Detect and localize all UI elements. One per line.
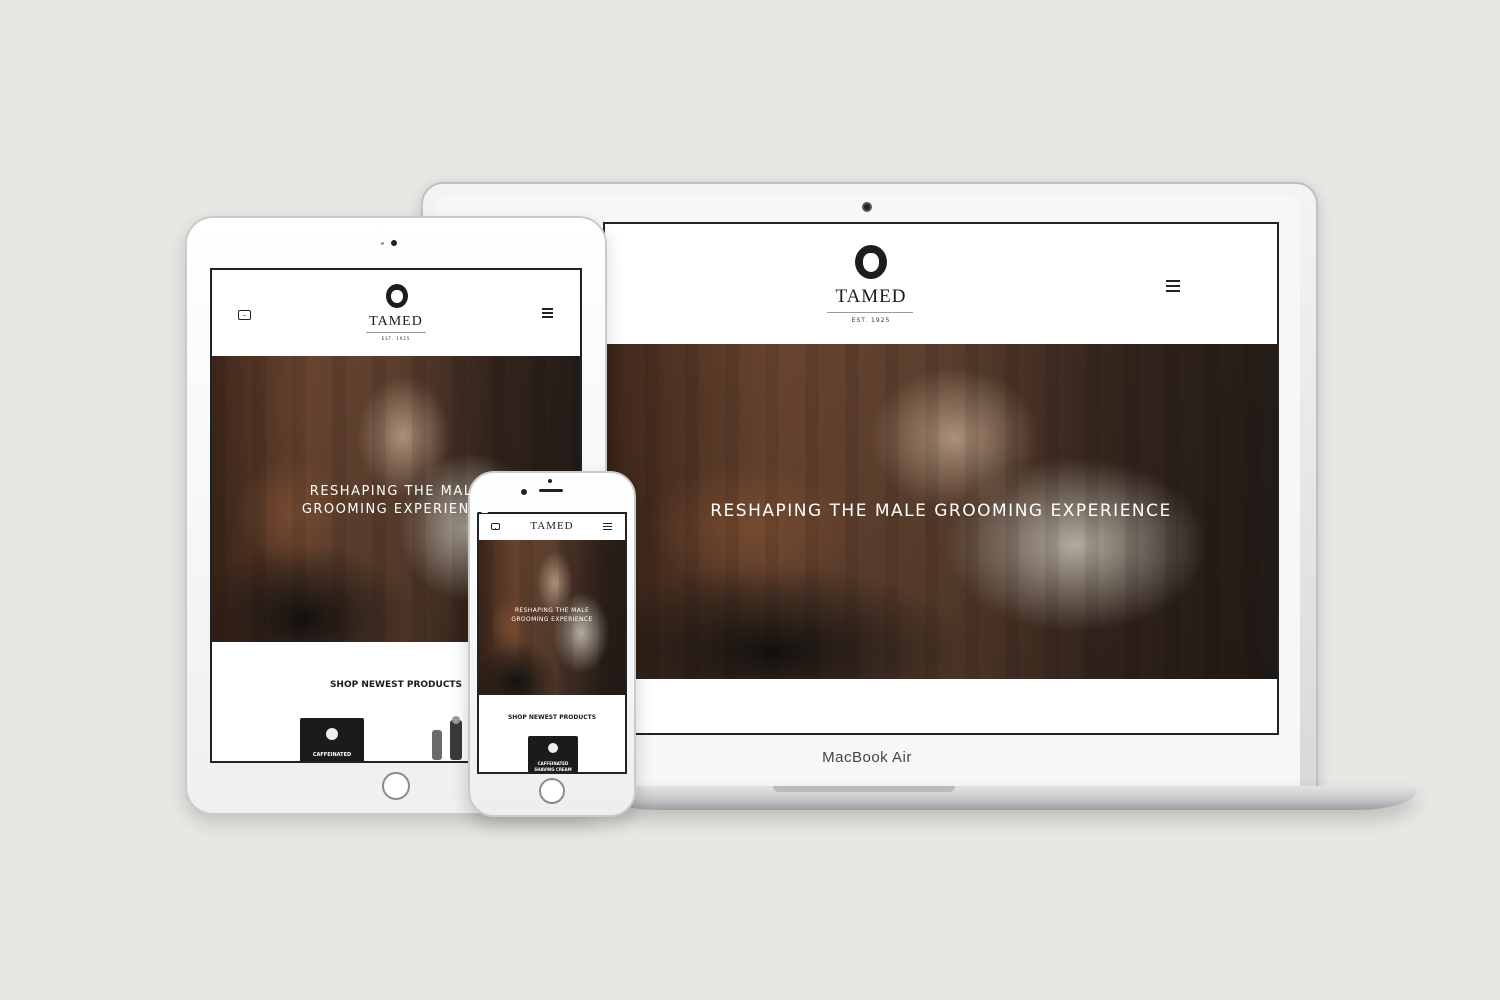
tablet-sensor (381, 242, 384, 245)
tablet-site-header: TAMED EST. 1925 (212, 270, 580, 356)
hero-image: RESHAPING THE MALE GROOMING EXPERIENCE (479, 540, 625, 695)
envelope-icon[interactable] (491, 523, 500, 530)
brand-name[interactable]: TAMED (346, 314, 446, 330)
product-label: CAFFEINATED (312, 752, 352, 758)
hamburger-icon[interactable] (603, 523, 612, 530)
envelope-icon[interactable] (238, 310, 251, 320)
lion-logo-icon (548, 743, 558, 753)
laptop-screen: TAMED EST. 1925 RESHAPING THE MALE GROOM… (603, 222, 1279, 735)
brand-rule (366, 332, 426, 333)
product-shaving-cream[interactable]: CAFFEINATED (300, 718, 364, 761)
lion-logo-icon (326, 728, 338, 740)
tablet-home-button[interactable] (382, 772, 410, 800)
hero-image: RESHAPING THE MALE GROOMING EXPERIENCE (605, 344, 1277, 679)
brand-tagline: EST. 1925 (381, 336, 411, 341)
product-shaving-cream[interactable]: CAFFEINATED SHAVING CREAM (528, 736, 578, 772)
product-razor[interactable] (426, 716, 470, 761)
product-label-line2: SHAVING CREAM (534, 767, 572, 772)
lion-logo-icon[interactable] (386, 284, 408, 308)
laptop-notch (773, 786, 955, 792)
product-label-line1: CAFFEINATED (537, 761, 569, 766)
phone-screen: TAMED RESHAPING THE MALE GROOMING EXPERI… (477, 512, 627, 774)
brand-name[interactable]: TAMED (512, 520, 592, 532)
brand-rule (827, 312, 913, 313)
brand-tagline: EST. 1925 (851, 317, 891, 324)
lion-logo-icon[interactable] (855, 245, 887, 279)
tablet-camera (391, 240, 397, 246)
hero-headline-line2: GROOMING EXPERIENCE (511, 616, 593, 623)
phone-sensor (548, 479, 552, 483)
phone-home-button[interactable] (539, 778, 565, 804)
hamburger-icon[interactable] (542, 308, 553, 318)
hero-headline-line1: RESHAPING THE MALE (514, 607, 590, 614)
shop-section-title: SHOP NEWEST PRODUCTS (507, 714, 597, 721)
laptop-camera (862, 202, 872, 212)
phone-site-header: TAMED (479, 514, 625, 540)
hero-headline-line1: RESHAPING THE MALE (309, 484, 483, 499)
laptop-label: MacBook Air (822, 749, 912, 766)
hamburger-icon[interactable] (1166, 280, 1180, 292)
hero-headline: RESHAPING THE MALE GROOMING EXPERIENCE (710, 501, 1172, 521)
brand-name[interactable]: TAMED (801, 286, 941, 308)
laptop-site-header: TAMED EST. 1925 (605, 224, 1277, 344)
laptop-base (600, 786, 1416, 810)
hero-headline-line2: GROOMING EXPERIENCE (301, 502, 491, 517)
